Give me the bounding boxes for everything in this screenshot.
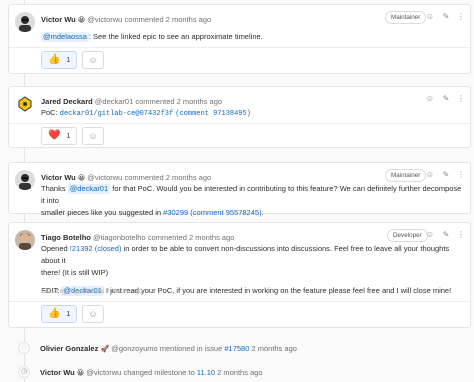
comment-text: . [261,208,264,217]
thumbs-up-award-button[interactable]: 👍 1 [41,305,78,323]
pencil-icon[interactable]: ✎ [441,94,451,104]
avatar[interactable] [15,230,35,250]
author-handle[interactable]: @victorwu [87,15,122,24]
issue-reference-link[interactable]: #17580 [224,344,249,353]
kebab-menu-icon[interactable]: ⋮ [456,170,466,180]
avatar[interactable] [15,170,35,190]
comment-reference-link[interactable]: (comment 97138495) [175,110,251,118]
thumbs-up-icon: 👍 [48,308,61,319]
status-emoji: 😀 [76,370,85,377]
comment-note: Tiago Botelho @tiagonbotelho commented 2… [8,222,471,328]
role-badge: Developer [387,229,428,242]
author-name[interactable]: Tiago Botelho [41,233,91,242]
comment-text: smaller pieces like you suggested in [41,208,164,217]
comment-time[interactable]: commented 2 months ago [124,173,211,182]
author-name[interactable]: Victor Wu [40,368,75,377]
comment-text: there! (It is still WIP) [41,268,109,277]
comment-icon: ◌ [18,342,30,354]
comment-time[interactable]: commented 2 months ago [148,233,235,242]
author-handle[interactable]: @tiagonbotelho [93,233,146,242]
comment-text: Opened [41,244,70,253]
comment-note: Jared Deckard @deckar01 commented 2 mont… [8,86,471,148]
pencil-icon[interactable]: ✎ [441,230,451,240]
author-name[interactable]: Victor Wu [41,15,76,24]
comment-body: @mdelaossa: See the linked epic to see a… [41,31,462,43]
comment-note: Victor Wu 😀 @victorwu commented 2 months… [8,4,471,74]
role-badge: Maintainer [385,11,427,24]
kebab-menu-icon[interactable]: ⋮ [456,12,466,22]
status-emoji: 😀 [77,17,86,24]
author-handle[interactable]: @gonzoyumo [111,344,157,353]
author-name[interactable]: Olivier Gonzalez [40,344,98,353]
author-name[interactable]: Jared Deckard [41,97,93,106]
system-note-time: 2 months ago [249,344,297,353]
system-note: Olivier Gonzalez 🚀 @gonzoyumo mentioned … [40,344,297,353]
add-reaction-icon[interactable]: ☺ [82,305,104,323]
comment-reference-link[interactable]: (comment 95578245) [190,208,261,217]
heart-award-button[interactable]: ❤️ 1 [41,127,78,145]
award-count: 1 [66,310,71,318]
comment-note: Victor Wu 😀 @victorwu commented 2 months… [8,162,471,217]
milestone-link[interactable]: 11.10 [197,368,215,377]
comment-text: PoC: [41,108,60,117]
system-note: Victor Wu 😀 @victorwu changed milestone … [40,368,263,377]
smiley-icon[interactable]: ☺ [425,94,435,104]
role-badge: Maintainer [385,169,427,182]
pencil-icon[interactable]: ✎ [441,12,451,22]
comment-time[interactable]: commented 2 months ago [135,97,222,106]
comment-time[interactable]: commented 2 months ago [124,15,211,24]
status-emoji: 😀 [77,175,86,182]
system-note-time: 2 months ago [215,368,263,377]
merge-request-link[interactable]: !21392 (closed) [70,244,122,253]
pencil-icon[interactable]: ✎ [441,170,451,180]
comment-text: I just read your PoC, if you are interes… [103,286,452,295]
add-reaction-icon[interactable]: ☺ [82,51,104,69]
award-bar: ❤️ 1 ☺ [9,123,470,147]
avatar[interactable] [15,94,35,114]
comment-body: PoC: deckar01/gitlab-ce@07432f3f (commen… [41,107,462,120]
comment-text: : See the linked epic to see an approxim… [88,32,263,41]
award-bar: 👍 1 ☺ [9,301,470,325]
avatar[interactable] [15,12,35,32]
author-handle[interactable]: @victorwu [87,173,122,182]
comment-text: Thanks [41,184,68,193]
clock-icon: ◷ [18,366,30,378]
user-mention[interactable]: @deckar01 [67,184,111,194]
issue-reference-link[interactable]: #30299 [163,208,188,217]
author-handle[interactable]: @victorwu [86,368,121,377]
system-note-text: mentioned in issue [157,344,225,353]
heart-icon: ❤️ [48,130,61,141]
smiley-icon[interactable]: ☺ [425,230,435,240]
smiley-icon[interactable]: ☺ [425,12,435,22]
award-count: 1 [66,56,71,64]
user-mention[interactable]: @mdelaossa [41,32,89,42]
add-reaction-icon[interactable]: ☺ [82,127,104,145]
status-emoji: 🚀 [100,346,110,353]
thumbs-up-icon: 👍 [48,54,61,65]
award-bar: 👍 1 ☺ [9,47,470,71]
commit-reference-link[interactable]: deckar01/gitlab-ce@07432f3f [60,110,173,118]
smiley-icon[interactable]: ☺ [425,170,435,180]
author-name[interactable]: Victor Wu [41,173,76,182]
edited-note: Edited by Tiago Botelho 2 months ago [41,289,143,295]
system-note-text: changed milestone to [121,368,197,377]
kebab-menu-icon[interactable]: ⋮ [456,94,466,104]
author-handle[interactable]: @deckar01 [95,97,133,106]
kebab-menu-icon[interactable]: ⋮ [456,230,466,240]
award-count: 1 [66,132,71,140]
comment-body: Thanks @deckar01 for that PoC. Would you… [41,183,462,219]
thumbs-up-award-button[interactable]: 👍 1 [41,51,78,69]
